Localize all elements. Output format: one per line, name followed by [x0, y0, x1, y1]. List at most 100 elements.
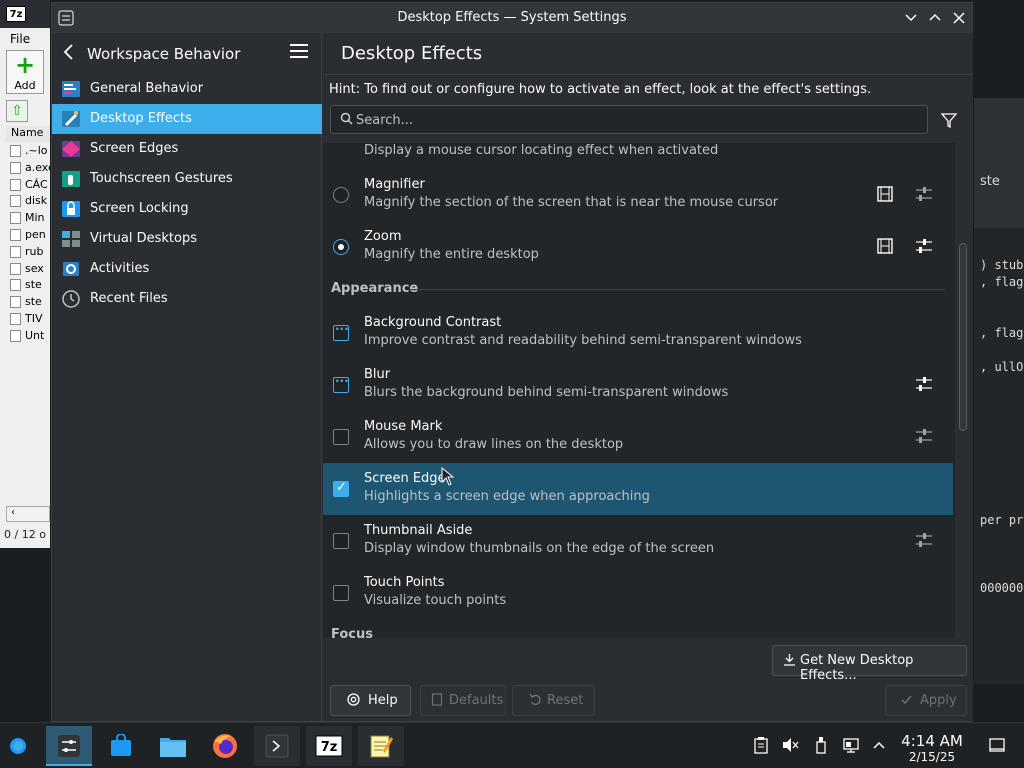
blur-checkbox[interactable] [333, 374, 349, 393]
chevron-up-icon[interactable] [870, 736, 888, 754]
close-icon[interactable] [950, 9, 968, 27]
effect-row-zoom[interactable]: Zoom Magnify the entire desktop [323, 221, 953, 273]
list-item[interactable]: ste [6, 295, 50, 312]
effects-list-scrollbar[interactable] [959, 243, 967, 431]
sidebar-item-screen-locking[interactable]: Screen Locking [52, 194, 322, 224]
effect-row-screen-edge[interactable]: Screen Edge Highlights a screen edge whe… [323, 463, 953, 515]
7zip-column-name[interactable]: Name [6, 126, 50, 142]
sidebar-title[interactable]: Workspace Behavior [87, 45, 240, 63]
sidebar-item-activities[interactable]: Activities [52, 254, 322, 284]
effect-row-magnifier[interactable]: Magnifier Magnify the section of the scr… [323, 169, 953, 221]
taskbar-notepad[interactable] [358, 726, 404, 766]
list-item[interactable]: pen [6, 228, 50, 245]
7zip-add-button[interactable]: + Add [6, 50, 44, 94]
background-contrast-checkbox[interactable] [333, 322, 349, 341]
sidebar-item-general-behavior[interactable]: General Behavior [52, 74, 322, 104]
taskbar-7zip[interactable]: 7z [306, 726, 352, 766]
7zip-horizontal-scrollbar[interactable]: ‹ [6, 506, 50, 522]
sidebar-item-touchscreen-gestures[interactable]: Touchscreen Gestures [52, 164, 322, 194]
list-item[interactable]: Unt [6, 329, 50, 346]
removable-device-icon[interactable] [812, 736, 830, 754]
list-item[interactable]: rub [6, 245, 50, 262]
list-item[interactable]: .~lo [6, 144, 50, 161]
list-item[interactable]: disk [6, 194, 50, 211]
volume-muted-icon[interactable] [781, 736, 799, 754]
taskbar-system-settings[interactable] [46, 726, 92, 766]
terminal-line: 000000 [980, 581, 1024, 595]
touch-points-checkbox[interactable] [333, 585, 349, 601]
effect-row-background-contrast[interactable]: Background Contrast Improve contrast and… [323, 307, 953, 359]
sidebar-item-desktop-effects[interactable]: Desktop Effects [52, 104, 322, 134]
get-new-effects-button[interactable]: Get New Desktop Effects... [772, 645, 967, 683]
taskbar-dolphin[interactable] [150, 726, 196, 766]
list-item[interactable]: ste [6, 278, 50, 295]
7zip-status: 0 / 12 o [4, 528, 46, 541]
sidebar-item-virtual-desktops[interactable]: Virtual Desktops [52, 224, 322, 254]
network-wired-icon[interactable] [842, 736, 860, 754]
reset-button[interactable]: Reset [512, 685, 595, 716]
taskbar-firefox[interactable] [202, 726, 248, 766]
list-item[interactable]: sex [6, 262, 50, 279]
list-item[interactable]: TIV [6, 312, 50, 329]
taskbar: 7z 4:14 AM 2/15/25 [0, 722, 1024, 768]
file-name: CÁC [25, 177, 48, 191]
search-input[interactable] [356, 111, 916, 129]
list-item[interactable]: Min [6, 211, 50, 228]
filter-icon[interactable] [940, 111, 958, 129]
discover-store-icon [111, 734, 131, 756]
file-icon [10, 279, 21, 292]
launcher-orb-icon [10, 738, 26, 754]
mouse-mark-checkbox[interactable] [333, 429, 349, 445]
maximize-icon[interactable] [926, 9, 944, 27]
file-name: sex [25, 261, 44, 275]
terminal-line: , flag [980, 326, 1024, 340]
content-header: Desktop Effects [323, 33, 973, 75]
terminal-toolbar [974, 98, 1024, 228]
effect-row-blur[interactable]: Blur Blurs the background behind semi-tr… [323, 359, 953, 411]
configure-sliders-icon[interactable] [915, 531, 933, 549]
configure-sliders-icon[interactable] [915, 185, 933, 203]
effect-row-thumbnail-aside[interactable]: Thumbnail Aside Display window thumbnail… [323, 515, 953, 567]
effect-row-mouse-mark[interactable]: Mouse Mark Allows you to draw lines on t… [323, 411, 953, 463]
video-icon[interactable] [876, 237, 894, 255]
thumbnail-aside-checkbox[interactable] [333, 533, 349, 549]
effect-row-touch-points[interactable]: Touch Points Visualize touch points [323, 567, 953, 619]
configure-sliders-icon[interactable] [915, 237, 933, 255]
system-settings-window: Desktop Effects — System Settings Worksp… [51, 2, 973, 722]
back-chevron-icon[interactable] [62, 42, 76, 67]
apply-button[interactable]: Apply [885, 685, 967, 716]
search-field[interactable] [330, 105, 928, 134]
digital-clock[interactable]: 4:14 AM 2/15/25 [896, 732, 968, 764]
configure-sliders-icon[interactable] [915, 375, 933, 393]
clipboard-icon[interactable] [752, 736, 770, 754]
configure-sliders-icon[interactable] [915, 427, 933, 445]
background-7zip-window: 7z File + Add ⇧ Name .~lo a.exe CÁC disk… [0, 0, 50, 548]
show-desktop-icon[interactable] [988, 736, 1006, 754]
sidebar-item-label: Virtual Desktops [90, 231, 197, 246]
hamburger-menu-icon[interactable] [290, 44, 308, 60]
video-icon[interactable] [876, 185, 894, 203]
sidebar-item-recent-files[interactable]: Recent Files [52, 284, 322, 314]
defaults-button[interactable]: Defaults [420, 685, 506, 716]
firefox-icon [213, 734, 237, 758]
file-icon [10, 245, 21, 258]
sidebar-item-screen-edges[interactable]: Screen Edges [52, 134, 322, 164]
reset-label: Reset [547, 693, 584, 708]
window-titlebar[interactable]: Desktop Effects — System Settings [52, 3, 972, 33]
help-button[interactable]: Help [330, 685, 411, 716]
magnifier-radio[interactable] [333, 187, 349, 203]
up-arrow-icon[interactable]: ⇧ [6, 100, 28, 122]
effect-name: Screen Edge [364, 471, 446, 486]
file-name: Min [25, 211, 45, 225]
taskbar-konsole[interactable] [254, 726, 300, 766]
screen-edge-checkbox[interactable] [333, 480, 349, 497]
list-item[interactable]: CÁC [6, 178, 50, 195]
application-launcher-button[interactable] [0, 726, 36, 766]
zoom-radio[interactable] [333, 239, 349, 255]
terminal-paste-label[interactable]: ste [980, 174, 1000, 189]
7zip-menu-file[interactable]: File [0, 30, 50, 48]
minimize-icon[interactable] [902, 9, 920, 27]
list-item[interactable]: a.exe [6, 161, 50, 178]
taskbar-discover[interactable] [98, 726, 144, 766]
effect-row-cursor-locate[interactable]: Display a mouse cursor locating effect w… [323, 143, 953, 169]
